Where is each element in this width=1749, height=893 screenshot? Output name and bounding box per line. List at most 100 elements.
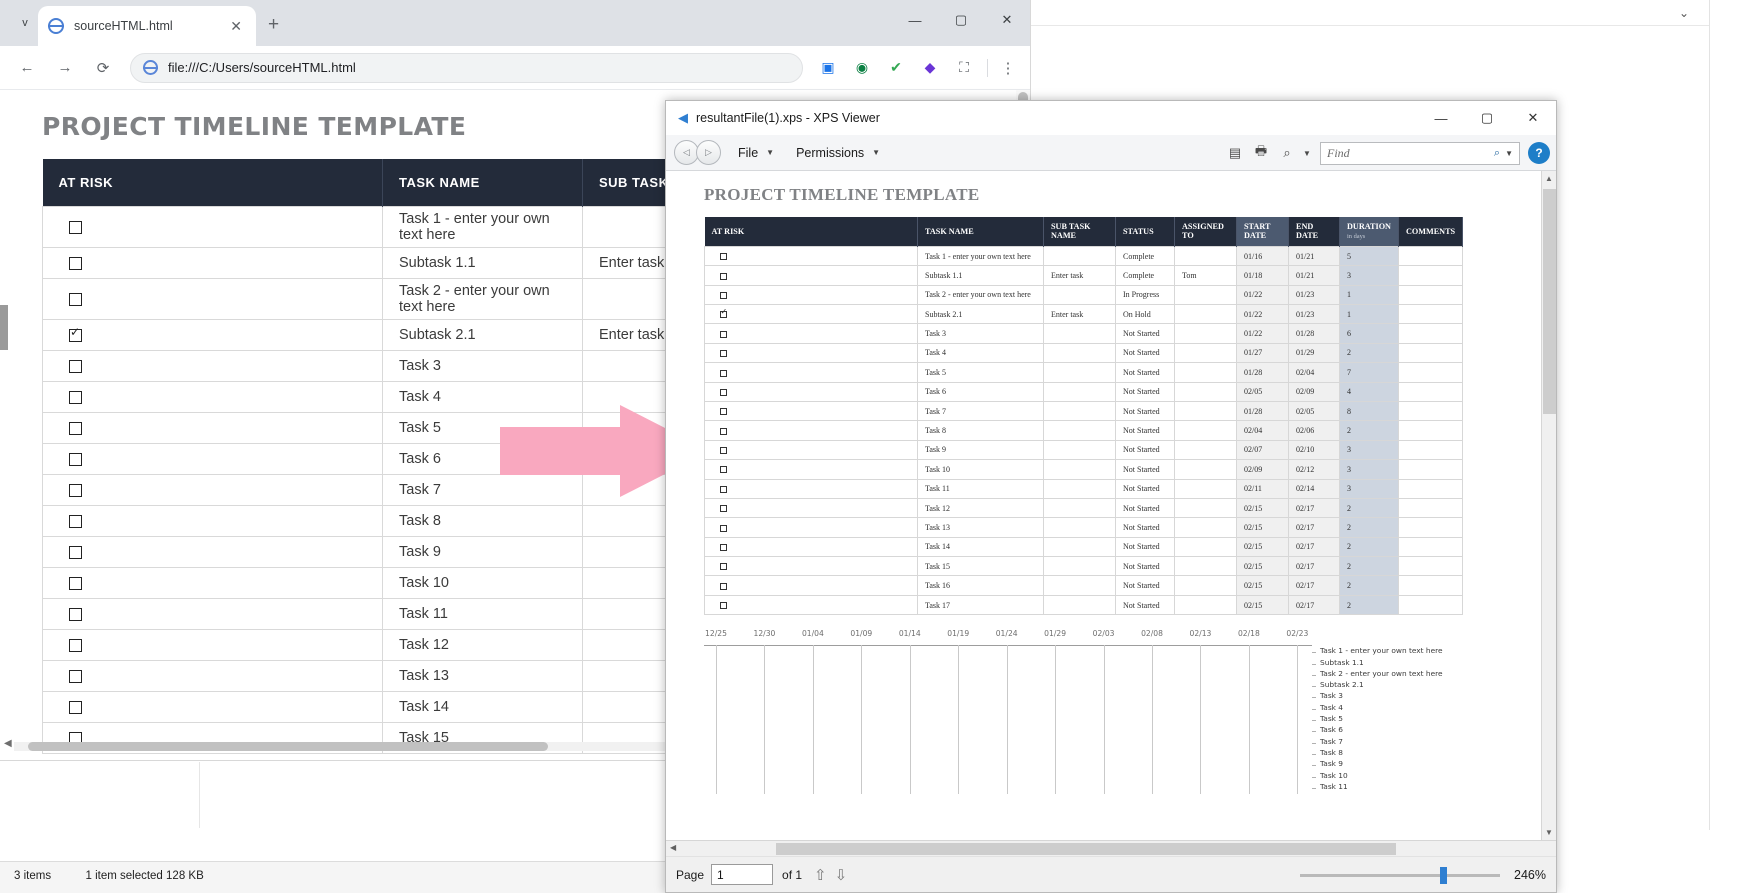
gantt-axis-tick-label: 02/03 [1092, 629, 1115, 639]
scroll-up-icon[interactable]: ▲ [1545, 174, 1553, 183]
table-row: Task 5 Not Started 01/28 02/04 7 [704, 362, 1464, 383]
reload-icon[interactable]: ⟳ [87, 52, 119, 84]
chevron-down-icon[interactable]: ⌄ [1679, 6, 1689, 20]
sub-task-cell [1043, 245, 1116, 267]
browser-tab[interactable]: sourceHTML.html ✕ [38, 6, 256, 46]
scroll-down-icon[interactable]: ▼ [1545, 828, 1553, 837]
gantt-axis-tick-label: 01/14 [898, 629, 921, 639]
xps-vertical-scrollbar[interactable]: ▲ ▼ [1541, 171, 1556, 840]
xps-permissions-menu[interactable]: Permissions ▼ [790, 146, 886, 160]
maximize-button[interactable]: ▢ [938, 0, 984, 40]
status-cell: Complete [1115, 245, 1175, 267]
xps-status-bar: Page of 1 ⇧ ⇩ 246% [666, 856, 1556, 892]
at-risk-checkbox[interactable] [69, 390, 82, 404]
at-risk-checkbox[interactable] [69, 256, 82, 270]
at-risk-checkbox[interactable] [69, 700, 82, 714]
gantt-task-label: Task 1 - enter your own text here [1320, 646, 1443, 656]
at-risk-checkbox[interactable] [69, 483, 82, 497]
find-options-icon[interactable]: ▼ [1505, 149, 1513, 158]
task-name-cell: Task 14 [382, 691, 583, 723]
back-icon[interactable]: ← [11, 52, 43, 84]
at-risk-checkbox[interactable] [69, 452, 82, 466]
task-name-cell: Task 12 [382, 629, 583, 661]
puzzle-icon[interactable]: ⛶ [951, 55, 977, 81]
task-name-cell: Task 10 [382, 567, 583, 599]
duration-cell: 8 [1339, 400, 1399, 422]
site-info-icon[interactable] [143, 60, 158, 75]
diamond-icon[interactable]: ◆ [917, 55, 943, 81]
gantt-row-tick [1312, 776, 1316, 778]
previous-page-icon[interactable]: ⇧ [814, 866, 827, 884]
address-bar[interactable]: file:///C:/Users/sourceHTML.html [130, 52, 803, 83]
at-risk-checkbox[interactable] [69, 576, 82, 590]
task-name-cell: Task 8 [382, 505, 583, 537]
zoom-slider[interactable] [1300, 866, 1501, 884]
next-page-icon[interactable]: ⇩ [835, 866, 848, 884]
xps-close-button[interactable]: ✕ [1510, 101, 1556, 135]
at-risk-checkbox [720, 307, 727, 319]
at-risk-checkbox[interactable] [69, 359, 82, 373]
scroll-left-icon[interactable]: ◀ [670, 843, 676, 852]
end-date-cell: 02/10 [1288, 439, 1340, 461]
xps-file-menu[interactable]: File ▼ [732, 146, 780, 160]
help-icon[interactable]: ? [1528, 142, 1550, 164]
gantt-axis-tick-label: 02/13 [1189, 629, 1212, 639]
xps-vscroll-thumb[interactable] [1543, 189, 1556, 414]
xps-maximize-button[interactable]: ▢ [1464, 101, 1510, 135]
xps-window-title: resultantFile(1).xps - XPS Viewer [696, 111, 880, 125]
page-hscroll-thumb[interactable] [28, 742, 548, 751]
at-risk-cell [704, 284, 918, 306]
at-risk-cell [42, 350, 383, 382]
at-risk-cell [42, 691, 383, 723]
at-risk-checkbox[interactable] [69, 545, 82, 559]
start-date-cell: 01/28 [1236, 400, 1289, 422]
minimize-button[interactable]: — [892, 0, 938, 40]
search-icon[interactable]: ⌕ [1494, 147, 1500, 160]
assigned-to-cell [1174, 400, 1237, 422]
tab-search-icon[interactable]: v [14, 12, 36, 34]
end-date-cell: 02/05 [1288, 400, 1340, 422]
gantt-task-label: Task 9 [1320, 759, 1344, 769]
scroll-left-icon[interactable]: ◀ [4, 738, 12, 749]
task-name-cell: Task 1 - enter your own text here [382, 206, 583, 248]
at-risk-checkbox[interactable] [69, 638, 82, 652]
zoom-icon[interactable]: ⌕ [1274, 140, 1300, 166]
browser-menu-icon[interactable]: ⋮ [994, 59, 1022, 77]
at-risk-checkbox[interactable] [69, 421, 82, 435]
at-risk-cell [42, 474, 383, 506]
reader-icon[interactable]: ▣ [815, 55, 841, 81]
status-cell: On Hold [1115, 304, 1175, 325]
at-risk-checkbox[interactable] [69, 514, 82, 528]
gantt-gridline [1200, 645, 1202, 795]
at-risk-checkbox[interactable] [69, 292, 82, 306]
spellcheck-icon[interactable]: ✔ [883, 55, 909, 81]
close-window-button[interactable]: ✕ [984, 0, 1030, 40]
new-tab-button[interactable]: + [268, 15, 279, 34]
sub-task-cell [1043, 342, 1116, 364]
at-risk-checkbox [720, 427, 727, 435]
zoom-dropdown-icon[interactable]: ▼ [1300, 140, 1314, 166]
table-row: Task 7 Not Started 01/28 02/05 8 [704, 400, 1464, 422]
grammarly-icon[interactable]: ◉ [849, 55, 875, 81]
gantt-axis-tick-label: 02/23 [1286, 629, 1309, 639]
page-number-input[interactable] [711, 864, 774, 885]
zoom-slider-thumb[interactable] [1440, 866, 1448, 884]
outline-icon[interactable]: ▤ [1222, 140, 1248, 166]
forward-icon[interactable]: → [49, 52, 81, 84]
xps-hscroll-thumb[interactable] [776, 843, 1396, 855]
comments-cell [1397, 304, 1464, 325]
at-risk-checkbox[interactable] [69, 607, 82, 621]
find-input[interactable]: Find [1327, 146, 1494, 161]
xps-forward-button[interactable]: ▷ [696, 140, 721, 165]
print-icon[interactable]: 🖶 [1248, 140, 1274, 166]
at-risk-checkbox[interactable] [69, 220, 82, 234]
table-row: Task 16 Not Started 02/15 02/17 2 [704, 575, 1464, 596]
end-date-cell: 02/17 [1288, 497, 1340, 519]
at-risk-checkbox[interactable] [69, 669, 82, 683]
at-risk-cell [704, 478, 918, 499]
xps-horizontal-scrollbar[interactable]: ◀ [666, 840, 1556, 856]
close-tab-icon[interactable]: ✕ [226, 18, 246, 35]
at-risk-checkbox[interactable] [69, 325, 82, 342]
xps-minimize-button[interactable]: — [1418, 101, 1464, 135]
find-box[interactable]: Find ⌕ ▼ [1320, 141, 1520, 165]
